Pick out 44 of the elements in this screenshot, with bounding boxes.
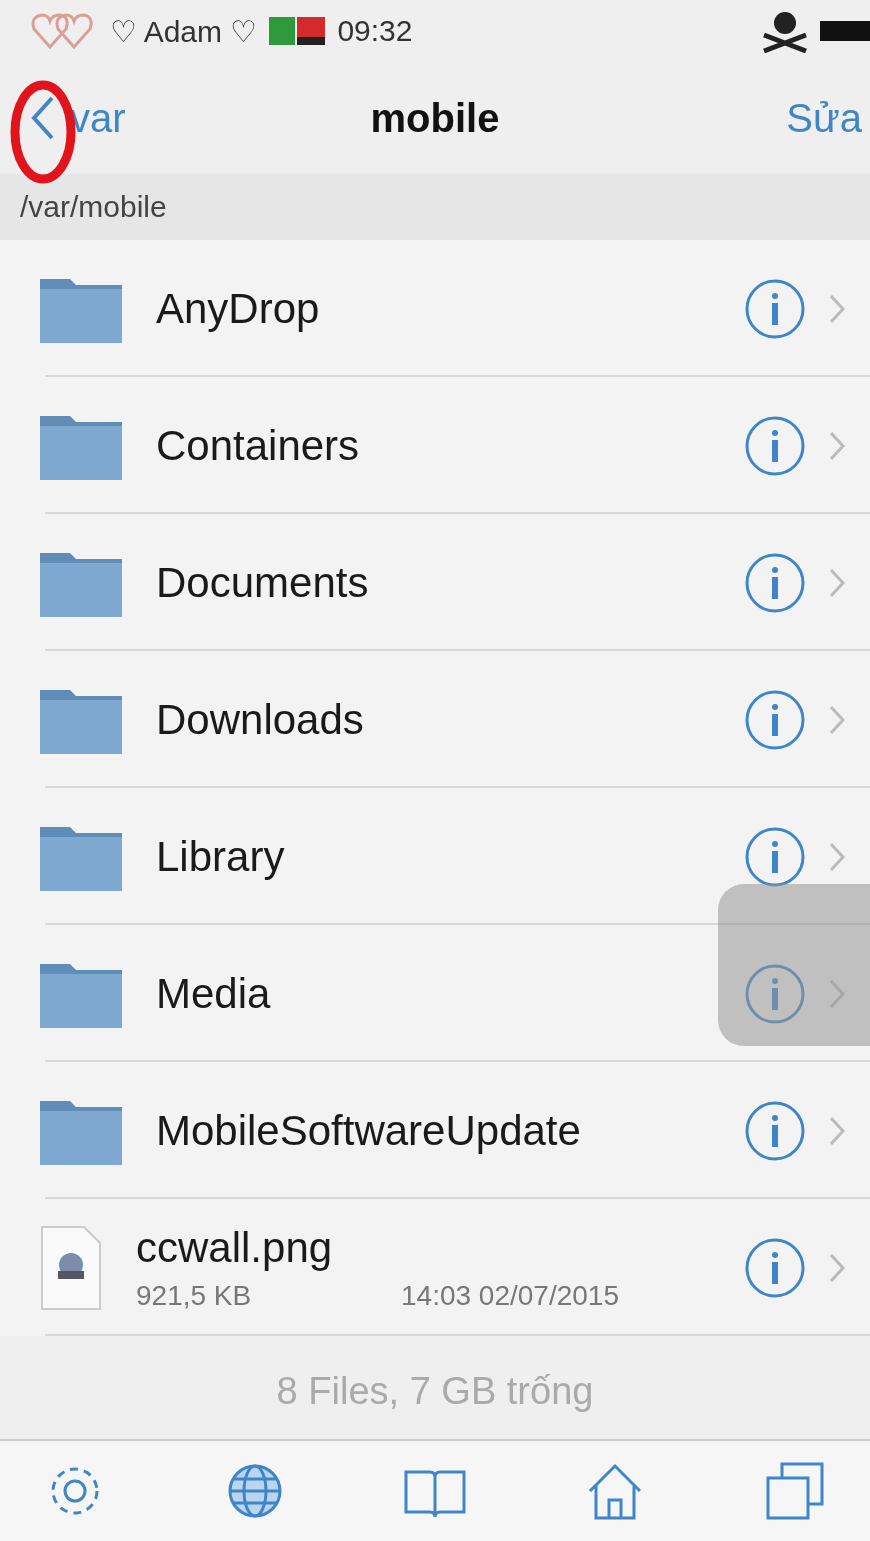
chevron-icon <box>828 1251 846 1284</box>
image-file-icon <box>38 1224 104 1311</box>
file-name: ccwall.png <box>136 1223 334 1272</box>
info-icon[interactable] <box>744 1236 806 1299</box>
chevron-icon <box>828 429 846 462</box>
file-row[interactable]: ccwall.png 921,5 KB 14:03 02/07/2015 <box>0 1199 870 1336</box>
battery-icon <box>820 19 870 43</box>
info-icon[interactable] <box>744 414 806 477</box>
path-label: /var/mobile <box>20 190 167 224</box>
info-icon[interactable] <box>744 825 806 888</box>
info-icon[interactable] <box>744 277 806 340</box>
storage-summary: 8 Files, 7 GB trống <box>276 1369 594 1413</box>
file-name: AnyDrop <box>156 284 321 333</box>
chevron-icon <box>828 977 846 1010</box>
nav-title: mobile <box>370 95 500 140</box>
chevron-icon <box>828 840 846 873</box>
back-chevron-icon <box>30 94 56 142</box>
skull-icon <box>760 9 810 53</box>
info-icon[interactable] <box>744 551 806 614</box>
carrier-name: ♡ Adam ♡ <box>110 13 258 49</box>
file-row[interactable]: Library <box>0 788 870 925</box>
chevron-icon <box>828 292 846 325</box>
info-icon[interactable] <box>744 1099 806 1162</box>
file-name: Containers <box>156 421 361 470</box>
clock-time: 09:32 <box>337 14 413 48</box>
info-icon[interactable] <box>744 688 806 751</box>
file-name: Library <box>156 832 286 881</box>
file-name: Documents <box>156 558 370 607</box>
file-row[interactable]: Media <box>0 925 870 1062</box>
file-size: 921,5 KB <box>136 1279 253 1312</box>
info-icon[interactable] <box>744 962 806 1025</box>
file-row[interactable]: AnyDrop <box>0 240 870 377</box>
chevron-icon <box>828 703 846 736</box>
chevron-icon <box>828 1114 846 1147</box>
file-row[interactable]: Containers <box>0 377 870 514</box>
chevron-icon <box>828 566 846 599</box>
file-name: Downloads <box>156 695 365 744</box>
file-name: MobileSoftwareUpdate <box>156 1106 582 1155</box>
assistive-touch-button[interactable] <box>718 884 870 1046</box>
file-name: Media <box>156 969 272 1018</box>
file-row[interactable]: Downloads <box>0 651 870 788</box>
file-date: 14:03 02/07/2015 <box>401 1279 619 1312</box>
file-row[interactable]: MobileSoftwareUpdate <box>0 1062 870 1199</box>
file-row[interactable]: Documents <box>0 514 870 651</box>
